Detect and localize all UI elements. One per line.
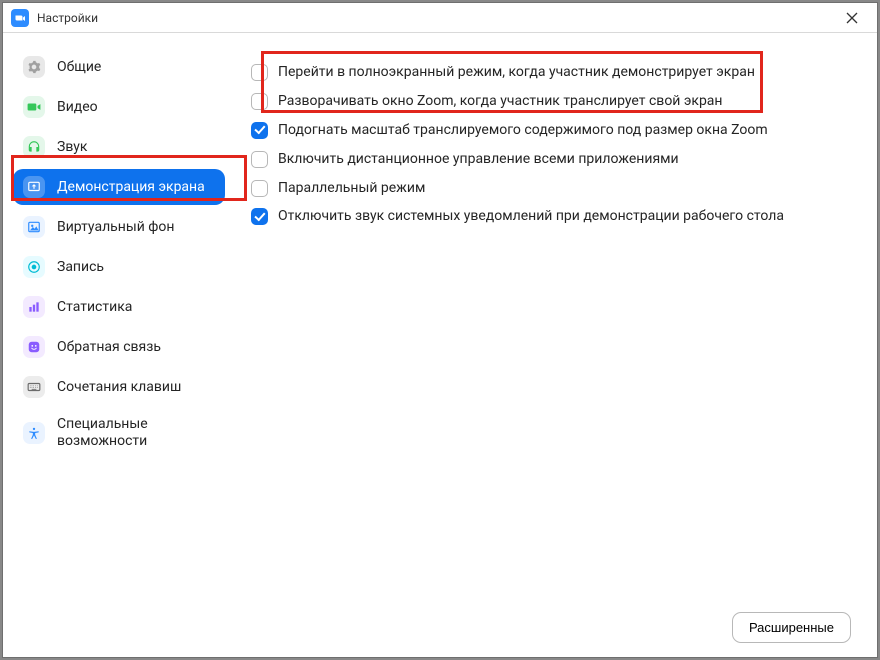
option-mute-sys-notifs[interactable]: Отключить звук системных уведомлений при… (251, 207, 851, 226)
footer: Расширенные (251, 604, 851, 643)
sidebar-item-audio[interactable]: Звук (13, 129, 225, 165)
sidebar-item-label: Обратная связь (57, 339, 161, 355)
gear-icon (23, 56, 45, 78)
sidebar-item-label: Виртуальный фон (57, 219, 174, 235)
option-fit-to-window[interactable]: Подогнать масштаб транслируемого содержи… (251, 121, 851, 140)
sidebar-item-statistics[interactable]: Статистика (13, 289, 225, 325)
sidebar-item-label: Демонстрация экрана (57, 179, 205, 195)
sidebar-item-label: Специальные возможности (57, 416, 215, 450)
sidebar: Общие Видео Звук Демонстрация экрана Виртуал… (3, 33, 235, 657)
option-side-by-side[interactable]: Параллельный режим (251, 179, 851, 198)
body: Общие Видео Звук Демонстрация экрана Виртуал… (3, 33, 877, 657)
sidebar-item-label: Сочетания клавиш (57, 379, 181, 395)
image-icon (23, 216, 45, 238)
close-icon (846, 12, 858, 24)
settings-window: Настройки Общие Видео Звук Демонстрация экр… (2, 2, 878, 658)
sidebar-item-label: Звук (57, 139, 87, 155)
camera-icon (23, 96, 45, 118)
sidebar-item-share-screen[interactable]: Демонстрация экрана (13, 169, 225, 205)
option-label: Отключить звук системных уведомлений при… (278, 207, 784, 226)
titlebar: Настройки (3, 3, 877, 33)
record-icon (23, 256, 45, 278)
sidebar-item-accessibility[interactable]: Специальные возможности (13, 409, 225, 457)
app-icon (11, 9, 29, 27)
checkbox[interactable] (251, 93, 268, 110)
sidebar-item-video[interactable]: Видео (13, 89, 225, 125)
window-title: Настройки (37, 11, 98, 25)
checkbox[interactable] (251, 180, 268, 197)
accessibility-icon (23, 422, 45, 444)
option-label: Разворачивать окно Zoom, когда участник … (278, 92, 723, 111)
advanced-button[interactable]: Расширенные (732, 612, 851, 643)
share-icon (23, 176, 45, 198)
checkbox[interactable] (251, 122, 268, 139)
sidebar-item-shortcuts[interactable]: Сочетания клавиш (13, 369, 225, 405)
keyboard-icon (23, 376, 45, 398)
checkbox[interactable] (251, 208, 268, 225)
checkbox[interactable] (251, 64, 268, 81)
sidebar-item-label: Запись (57, 259, 104, 275)
headphones-icon (23, 136, 45, 158)
stats-icon (23, 296, 45, 318)
option-fullscreen-on-share[interactable]: Перейти в полноэкранный режим, когда уча… (251, 63, 851, 82)
sidebar-item-label: Общие (57, 59, 101, 75)
option-maximize-on-share[interactable]: Разворачивать окно Zoom, когда участник … (251, 92, 851, 111)
close-button[interactable] (835, 4, 869, 32)
sidebar-item-feedback[interactable]: Обратная связь (13, 329, 225, 365)
option-label: Подогнать масштаб транслируемого содержи… (278, 121, 768, 140)
sidebar-item-recording[interactable]: Запись (13, 249, 225, 285)
sidebar-item-general[interactable]: Общие (13, 49, 225, 85)
sidebar-item-virtual-bg[interactable]: Виртуальный фон (13, 209, 225, 245)
option-label: Параллельный режим (278, 179, 425, 198)
sidebar-item-label: Статистика (57, 299, 132, 315)
option-remote-control-all[interactable]: Включить дистанционное управление всеми … (251, 150, 851, 169)
options-list: Перейти в полноэкранный режим, когда уча… (251, 63, 851, 604)
sidebar-item-label: Видео (57, 99, 98, 115)
smile-icon (23, 336, 45, 358)
checkbox[interactable] (251, 151, 268, 168)
main-panel: Перейти в полноэкранный режим, когда уча… (235, 33, 877, 657)
option-label: Перейти в полноэкранный режим, когда уча… (278, 63, 755, 82)
option-label: Включить дистанционное управление всеми … (278, 150, 679, 169)
